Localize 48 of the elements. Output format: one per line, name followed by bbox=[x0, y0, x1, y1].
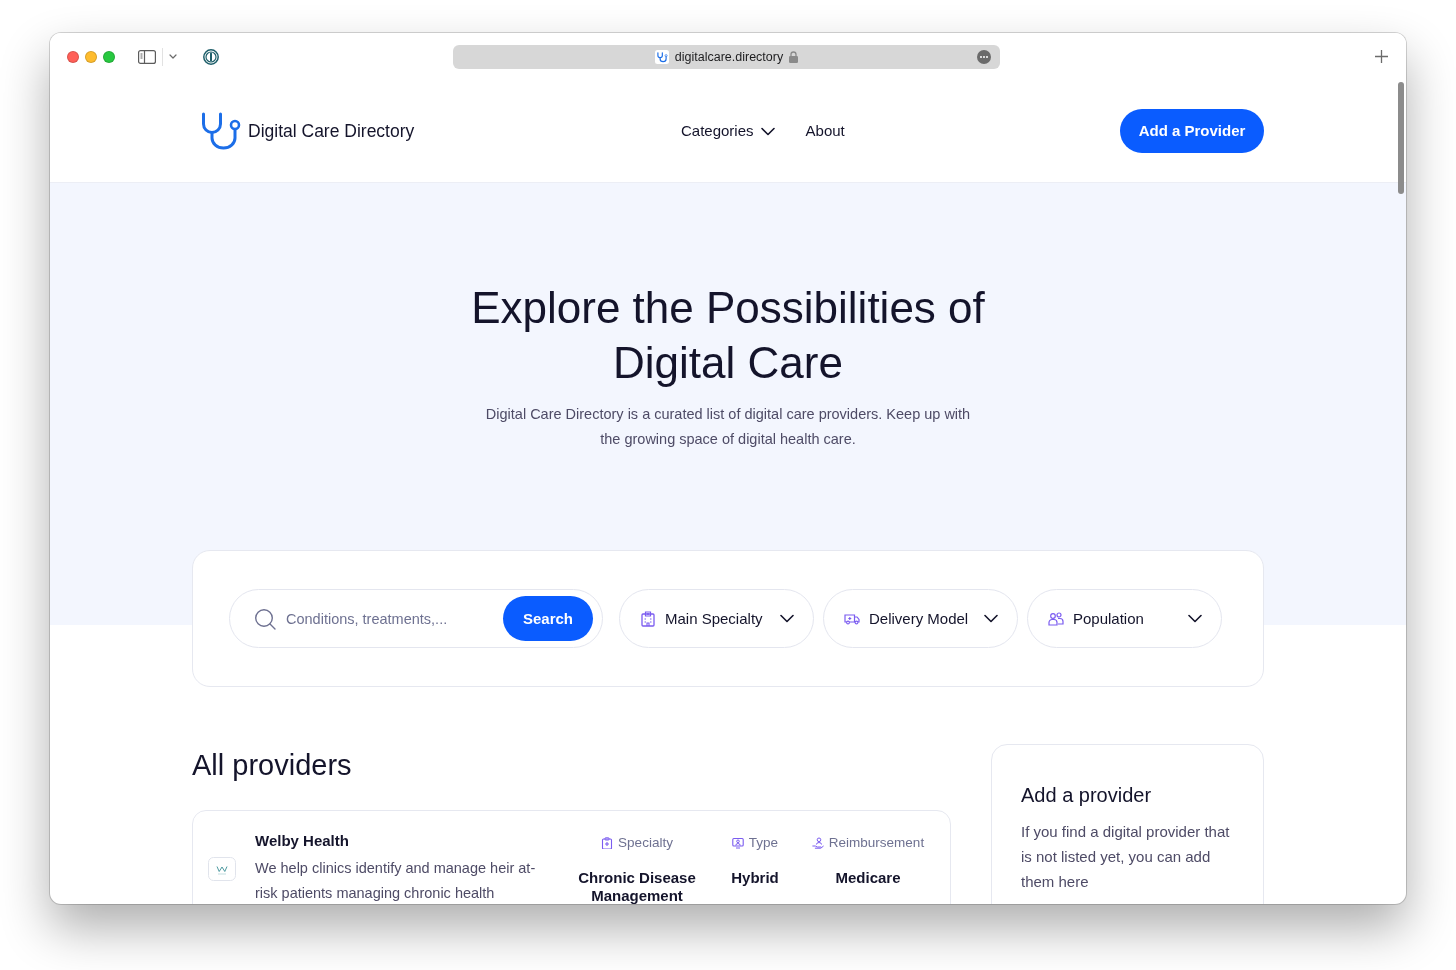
clipboard-icon bbox=[601, 837, 614, 849]
attribute-value: Medicare bbox=[835, 869, 901, 887]
card-text: If you find a digital provider that is not listed yet, you can add them here bbox=[1021, 822, 1231, 892]
hospital-icon bbox=[640, 610, 656, 627]
stethoscope-icon bbox=[200, 111, 241, 151]
keyhole-icon[interactable] bbox=[203, 48, 219, 65]
chevron-down-icon bbox=[1188, 614, 1202, 623]
search-button[interactable]: Search bbox=[503, 596, 593, 641]
address-bar[interactable]: digitalcare.directory bbox=[453, 44, 1000, 69]
provider-name: Welby Health bbox=[255, 831, 350, 851]
monitor-icon bbox=[731, 837, 744, 849]
stethoscope-icon bbox=[654, 49, 669, 64]
search-icon bbox=[254, 607, 276, 630]
close-button[interactable] bbox=[67, 50, 79, 63]
more-icon[interactable] bbox=[977, 49, 991, 64]
attribute-value: Chronic Disease Management bbox=[577, 869, 697, 904]
provider-card[interactable]: Welby Health We help clinics identify and manage heir at-risk patients managing chronic health Specialty Chronic Disease Management Type Hybrid Reimbursement Medicare bbox=[192, 810, 951, 904]
chevron-down-icon bbox=[984, 614, 998, 623]
provider-description: We help clinics identify and manage heir at-risk patients managing chronic health bbox=[255, 859, 537, 903]
attribute-label: Specialty bbox=[618, 834, 673, 852]
add-provider-button[interactable]: Add a Provider bbox=[1120, 109, 1264, 153]
attribute-value: Hybrid bbox=[731, 869, 779, 887]
nav-link[interactable]: About bbox=[805, 121, 845, 141]
hero-subtitle: Digital Care Directory is a curated list of digital care providers. Keep up with the growing space of digital health care. bbox=[484, 405, 972, 449]
hero-title: Explore the Possibilities of Digital Care bbox=[470, 282, 986, 389]
nav-dropdown[interactable]: Categories bbox=[681, 121, 775, 141]
brand-link[interactable]: Digital Care Directory bbox=[200, 111, 415, 151]
attribute-label: Type bbox=[748, 834, 779, 852]
company-logo-icon bbox=[208, 856, 236, 881]
chevron-down-icon bbox=[760, 126, 775, 136]
minimize-button[interactable] bbox=[85, 50, 97, 63]
people-icon bbox=[1048, 610, 1064, 627]
zoom-button[interactable] bbox=[103, 50, 115, 63]
chevron-down-icon bbox=[780, 614, 794, 623]
scrollbar-thumb[interactable] bbox=[1398, 82, 1404, 194]
filter-dropdown[interactable]: Main Specialty bbox=[619, 589, 814, 648]
filter-dropdown[interactable]: Population bbox=[1027, 589, 1222, 648]
plus-icon[interactable] bbox=[1375, 50, 1388, 63]
attribute-label: Reimbursement bbox=[828, 834, 925, 852]
hand-icon bbox=[811, 837, 824, 849]
sidebar-icon[interactable] bbox=[138, 49, 156, 64]
filter-dropdown[interactable]: Delivery Model bbox=[823, 589, 1018, 648]
card-title: Add a provider bbox=[1021, 783, 1153, 808]
chevron-down-icon[interactable] bbox=[169, 54, 177, 59]
lock-icon bbox=[789, 50, 799, 63]
section-heading: All providers bbox=[192, 748, 353, 783]
search-input[interactable]: Conditions, treatments,... bbox=[286, 608, 503, 629]
url-text: digitalcare.directory bbox=[674, 48, 784, 65]
